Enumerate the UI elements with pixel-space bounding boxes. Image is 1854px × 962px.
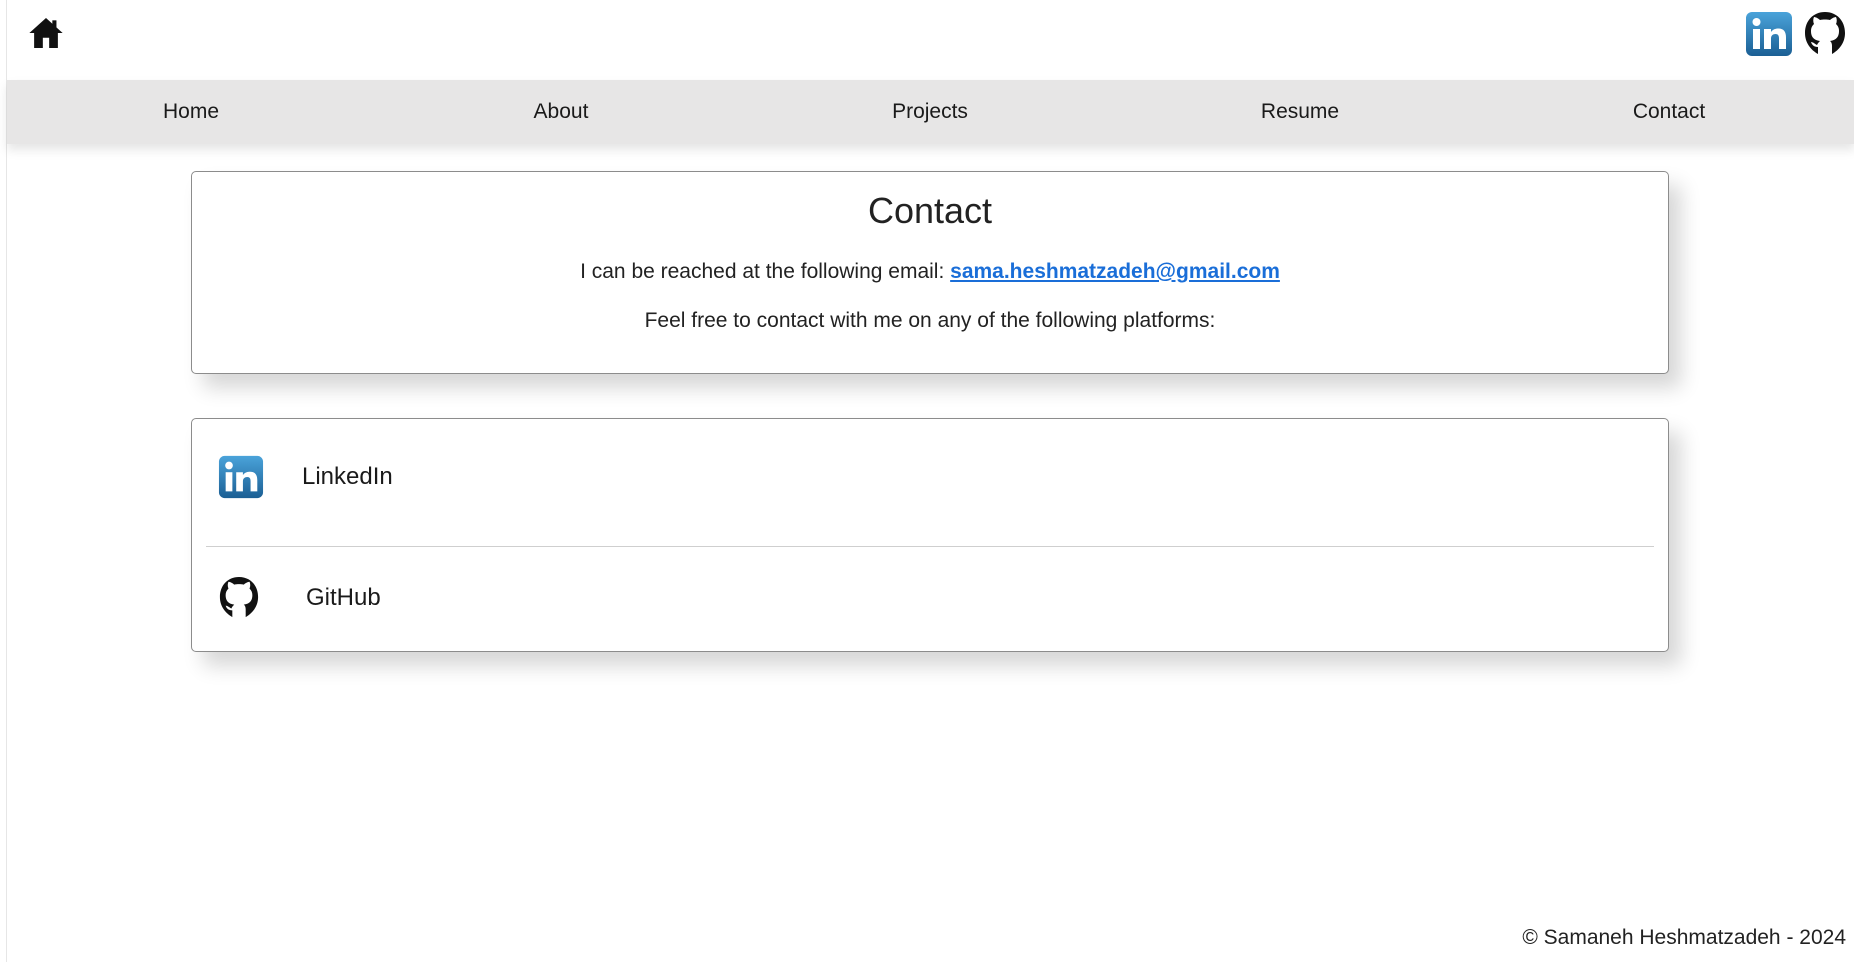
email-link[interactable]: sama.heshmatzadeh@gmail.com [950,260,1280,283]
nav-home[interactable]: Home [163,80,219,144]
nav-projects[interactable]: Projects [892,80,968,144]
linkedin-label: LinkedIn [302,463,393,490]
page: Home About Projects Resume Contact Conta… [6,0,1854,962]
home-icon[interactable] [27,14,65,52]
page-title: Contact [867,190,993,231]
email-line: I can be reached at the following email:… [192,260,1668,284]
github-icon [219,577,259,618]
email-intro: I can be reached at the following email: [580,260,951,283]
github-label: GitHub [306,584,381,611]
github-icon[interactable] [1803,10,1847,58]
contact-card: Contact I can be reached at the followin… [191,171,1669,374]
platforms-text: Feel free to contact with me on any of t… [644,309,1216,332]
footer-copyright: © Samaneh Heshmatzadeh - 2024 [1522,926,1846,949]
nav-about[interactable]: About [534,80,589,144]
linkedin-icon[interactable] [1745,11,1793,57]
linkedin-icon [218,455,264,499]
nav-contact[interactable]: Contact [1633,80,1705,144]
header-social-links [1745,10,1847,58]
main-nav: Home About Projects Resume Contact [7,80,1854,144]
top-bar [7,0,1854,80]
social-links-card: LinkedIn GitHub [191,418,1669,652]
nav-resume[interactable]: Resume [1261,80,1339,144]
linkedin-link[interactable]: LinkedIn [192,419,1668,535]
github-link[interactable]: GitHub [192,545,1668,651]
